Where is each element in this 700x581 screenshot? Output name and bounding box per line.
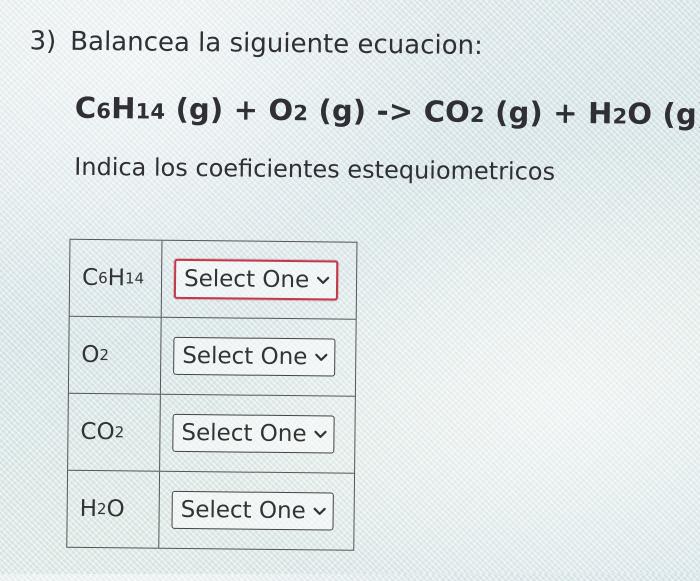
coefficient-select-o2[interactable]: Select One [173, 336, 336, 377]
select-cell: Select One [159, 472, 354, 550]
select-value: Select One [182, 342, 308, 371]
select-cell: Select One [161, 318, 356, 396]
formula-text: O [106, 496, 125, 523]
question-title: Balancea la siguiente ecuacion: [70, 26, 483, 62]
chevron-down-icon [314, 430, 327, 438]
coefficient-select-co2[interactable]: Select One [172, 413, 335, 454]
equation-part: 14 [135, 99, 166, 124]
equation-part: H [110, 91, 136, 126]
chemical-equation: C6H14 (g) + O2 (g) -> CO2 (g) + H2O (g) [75, 91, 700, 132]
table-row: O2 Select One [68, 316, 356, 397]
formula-cell: O2 [68, 316, 162, 394]
equation-part: 2 [293, 101, 309, 126]
formula-text: H [79, 495, 98, 523]
worksheet-page: 3) Balancea la siguiente ecuacion: C6H14… [0, 0, 700, 581]
equation-part: 2 [469, 102, 485, 128]
select-value: Select One [180, 496, 306, 525]
chevron-down-icon [317, 276, 330, 284]
coefficient-select-c6h14[interactable]: Select One [173, 258, 339, 301]
equation-part: (g) + H [484, 95, 613, 131]
chevron-down-icon [315, 353, 328, 361]
select-value: Select One [183, 265, 310, 294]
table-row: H2O Select One [67, 470, 354, 550]
select-value: Select One [181, 419, 307, 448]
formula-subscript: 2 [96, 500, 107, 519]
equation-part: C [74, 90, 97, 126]
formula-text: CO [80, 418, 115, 446]
formula-text: C [81, 264, 99, 292]
formula-cell: C 6 H 14 [69, 239, 163, 317]
instruction-text: Indica los coeficientes estequiometricos [74, 152, 556, 186]
question-heading: 3) Balancea la siguiente ecuacion: [29, 26, 483, 61]
formula-subscript: 2 [99, 346, 110, 365]
equation-part: O (g) [627, 96, 700, 132]
question-number: 3) [29, 26, 57, 57]
coefficients-table: C 6 H 14 Select One O2 Select One CO 2 S… [66, 238, 358, 551]
equation-part: 6 [96, 99, 112, 124]
formula-subscript: 6 [98, 269, 108, 288]
equation-part: 2 [612, 104, 628, 129]
chevron-down-icon [313, 507, 326, 515]
coefficient-select-h2o[interactable]: Select One [171, 490, 334, 531]
formula-cell: H2O [67, 470, 161, 548]
table-row: C 6 H 14 Select One [69, 239, 357, 320]
formula-text: O [81, 341, 100, 369]
select-cell: Select One [162, 241, 357, 319]
select-cell: Select One [160, 395, 355, 473]
formula-subscript: 2 [114, 423, 125, 442]
formula-cell: CO 2 [68, 393, 161, 471]
formula-subscript: 14 [124, 269, 145, 288]
formula-text: H [107, 265, 126, 292]
equation-part: (g) + O [165, 91, 294, 128]
table-row: CO 2 Select One [68, 393, 355, 474]
equation-part: (g) -> CO [308, 93, 471, 129]
